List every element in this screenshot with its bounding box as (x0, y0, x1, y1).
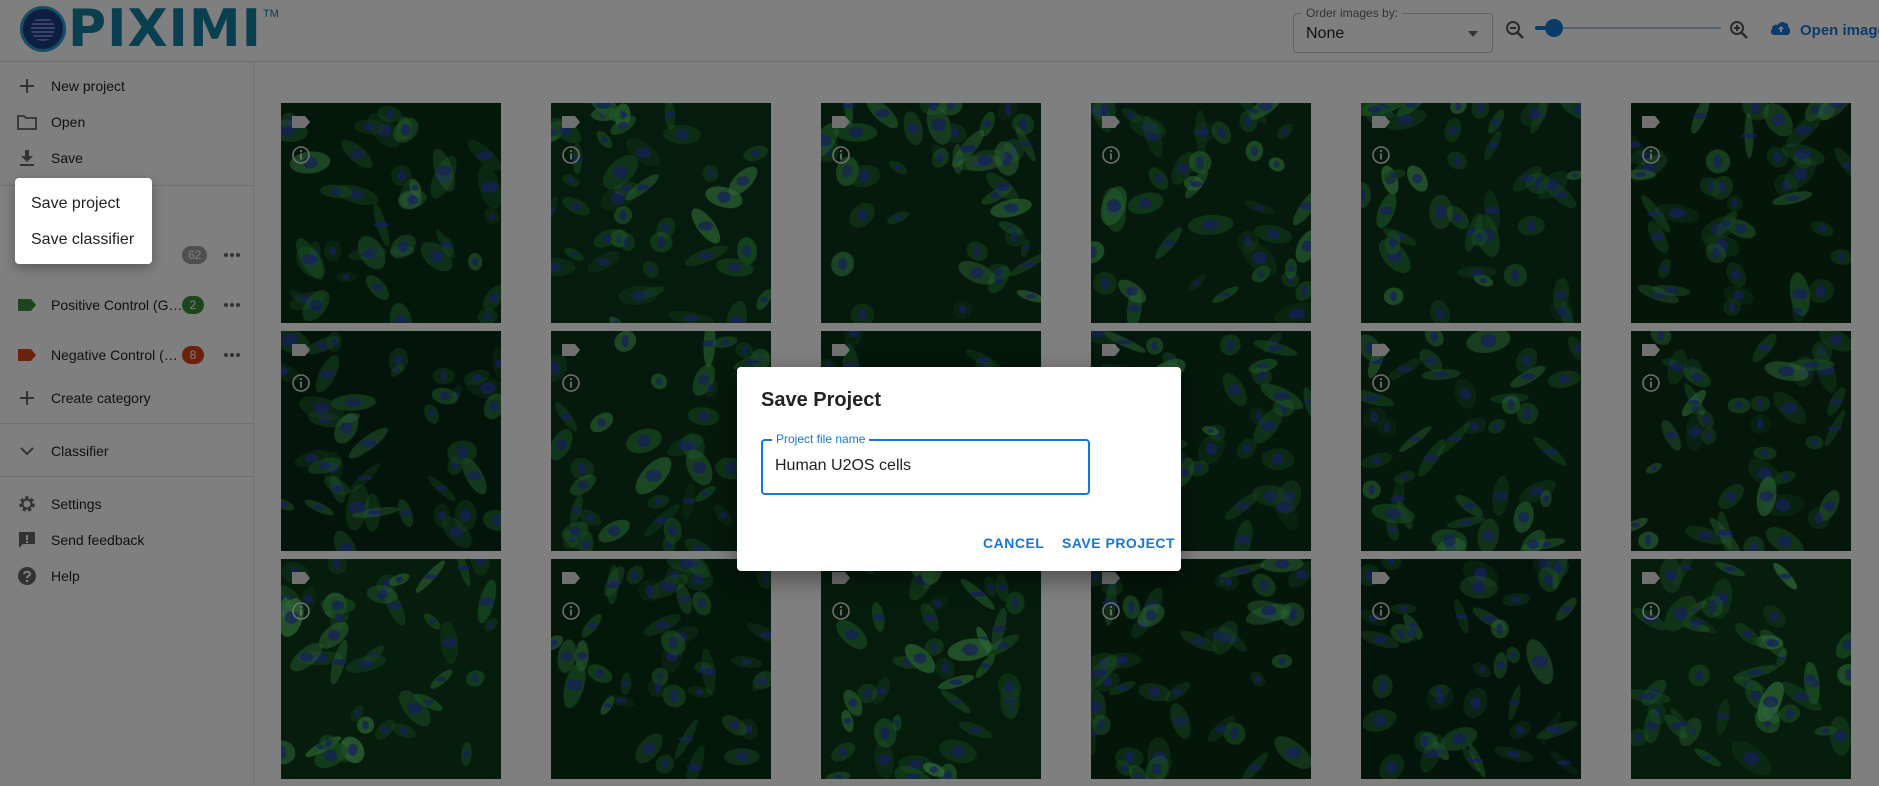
save-menu: Save project Save classifier (15, 178, 152, 264)
save-project-button[interactable]: SAVE PROJECT (1062, 535, 1175, 551)
project-file-name-label: Project file name (772, 432, 870, 446)
project-file-name-input[interactable] (775, 457, 1075, 475)
save-classifier-menu-item[interactable]: Save classifier (15, 222, 152, 258)
save-project-dialog: Save Project Project file name CANCEL SA… (737, 367, 1181, 571)
project-file-name-field[interactable]: Project file name (761, 432, 1090, 495)
save-project-menu-item[interactable]: Save project (15, 186, 152, 222)
cancel-button[interactable]: CANCEL (983, 535, 1044, 551)
dialog-title: Save Project (761, 389, 882, 411)
